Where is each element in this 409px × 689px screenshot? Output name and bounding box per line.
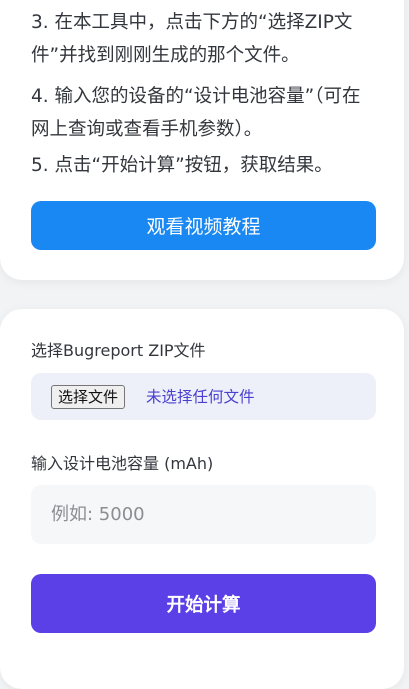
instructions-card: 3. 在本工具中，点击下方的“选择ZIP文件”并找到刚刚生成的那个文件。 4. … — [0, 0, 404, 280]
file-status-text: 未选择任何文件 — [146, 388, 255, 406]
battery-capacity-input[interactable] — [31, 485, 376, 544]
calculator-form-card: 选择Bugreport ZIP文件 选择文件 未选择任何文件 输入设计电池容量 … — [0, 309, 404, 689]
watch-video-tutorial-button[interactable]: 观看视频教程 — [31, 201, 376, 250]
battery-capacity-label: 输入设计电池容量 (mAh) — [31, 454, 214, 473]
instruction-step-3: 3. 在本工具中，点击下方的“选择ZIP文件”并找到刚刚生成的那个文件。 — [31, 12, 353, 66]
file-upload-field[interactable]: 选择文件 未选择任何文件 — [31, 373, 376, 420]
zip-file-label: 选择Bugreport ZIP文件 — [31, 341, 206, 360]
start-calculation-button[interactable]: 开始计算 — [31, 574, 376, 633]
instruction-step-4: 4. 输入您的设备的“设计电池容量”（可在网上查询或查看手机参数）。 — [31, 86, 361, 140]
choose-file-button[interactable]: 选择文件 — [51, 385, 126, 409]
instruction-step-5: 5. 点击“开始计算”按钮，获取结果。 — [31, 155, 333, 176]
